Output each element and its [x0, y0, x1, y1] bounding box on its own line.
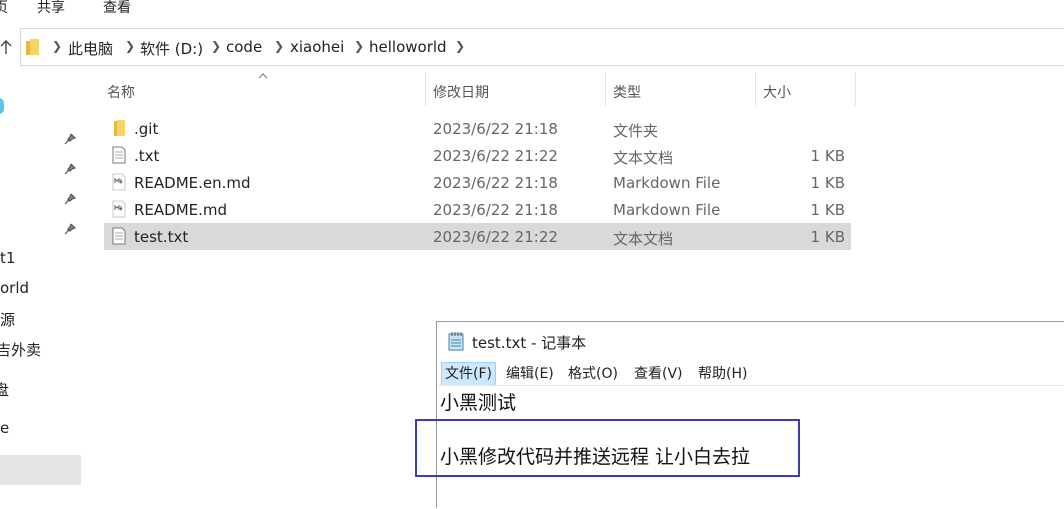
file-size: 1 KB: [810, 201, 845, 219]
ribbon-tab-page[interactable]: 页: [0, 0, 8, 17]
file-name: .txt: [134, 147, 160, 165]
file-type: Markdown File: [613, 174, 721, 192]
nav-item[interactable]: 吉外卖: [0, 339, 41, 360]
chevron-right-icon[interactable]: ❯: [274, 39, 284, 53]
markdown-file-icon: [112, 200, 126, 218]
file-date: 2023/6/22 21:22: [433, 228, 558, 246]
pin-icon[interactable]: [64, 193, 76, 205]
file-date: 2023/6/22 21:18: [433, 174, 558, 192]
column-divider[interactable]: [755, 72, 756, 106]
column-header-size[interactable]: 大小: [763, 82, 791, 102]
file-row[interactable]: .txt 2023/6/22 21:22 文本文档 1 KB: [104, 142, 851, 169]
breadcrumb-code[interactable]: code: [226, 38, 262, 56]
column-divider[interactable]: [425, 72, 426, 106]
column-header-date[interactable]: 修改日期: [433, 82, 489, 102]
annotation-highlight-box: [415, 419, 800, 477]
address-bar-row: ❯ 此电脑 ❯ 软件 (D:) ❯ code ❯ xiaohei ❯ hello…: [0, 28, 1064, 66]
folder-icon: [26, 39, 39, 55]
file-row-selected[interactable]: test.txt 2023/6/22 21:22 文本文档 1 KB: [104, 223, 851, 250]
pin-icon[interactable]: [64, 133, 76, 145]
column-divider[interactable]: [855, 72, 856, 106]
text-file-icon: [112, 146, 126, 164]
nav-item[interactable]: 源: [0, 309, 15, 330]
chevron-right-icon[interactable]: ❯: [52, 39, 62, 53]
file-size: 1 KB: [810, 147, 845, 165]
ribbon-tab-view[interactable]: 查看: [103, 0, 131, 17]
nav-item[interactable]: 盘: [0, 379, 9, 400]
breadcrumb-drive-d[interactable]: 软件 (D:): [140, 38, 203, 59]
address-bar[interactable]: ❯ 此电脑 ❯ 软件 (D:) ❯ code ❯ xiaohei ❯ hello…: [20, 28, 1064, 66]
navigation-pane: t1 orld 源 吉外卖 盘 e: [0, 66, 84, 508]
file-date: 2023/6/22 21:22: [433, 147, 558, 165]
menu-format[interactable]: 格式(O): [565, 363, 621, 385]
file-name: README.en.md: [134, 174, 251, 192]
file-size: 1 KB: [810, 228, 845, 246]
file-row[interactable]: README.en.md 2023/6/22 21:18 Markdown Fi…: [104, 169, 851, 196]
sort-ascending-icon: [258, 73, 268, 79]
pin-icon[interactable]: [64, 223, 76, 235]
file-name: README.md: [134, 201, 228, 219]
file-type: 文本文档: [613, 230, 674, 248]
quick-access-icon: [0, 98, 4, 114]
menu-edit[interactable]: 编辑(E): [503, 363, 557, 385]
file-row[interactable]: README.md 2023/6/22 21:18 Markdown File …: [104, 196, 851, 223]
column-divider[interactable]: [605, 72, 606, 106]
chevron-right-icon[interactable]: ❯: [125, 39, 135, 53]
column-header-name[interactable]: 名称: [107, 82, 135, 102]
file-type: 文件夹: [613, 122, 659, 140]
text-file-icon: [112, 227, 126, 245]
nav-item[interactable]: e: [0, 419, 9, 437]
column-header-type[interactable]: 类型: [613, 82, 641, 102]
menu-file[interactable]: 文件(F): [441, 362, 496, 386]
breadcrumb-this-pc[interactable]: 此电脑: [68, 38, 113, 59]
nav-item-selected[interactable]: [0, 455, 81, 485]
file-name: .git: [134, 120, 159, 138]
menu-help[interactable]: 帮助(H): [695, 363, 750, 385]
file-row[interactable]: .git 2023/6/22 21:18 文件夹: [104, 115, 851, 142]
folder-icon: [114, 120, 125, 136]
notepad-window: test.txt - 记事本 文件(F) 编辑(E) 格式(O) 查看(V) 帮…: [436, 321, 1064, 508]
up-arrow-icon[interactable]: [0, 39, 12, 55]
notepad-icon: [448, 332, 464, 351]
file-date: 2023/6/22 21:18: [433, 201, 558, 219]
text-line: 小黑测试: [440, 392, 517, 414]
ribbon-tab-share[interactable]: 共享: [37, 0, 65, 17]
markdown-file-icon: [112, 173, 126, 191]
chevron-right-icon[interactable]: ❯: [455, 39, 465, 53]
chevron-right-icon[interactable]: ❯: [354, 39, 364, 53]
file-type: 文本文档: [613, 149, 674, 167]
chevron-right-icon[interactable]: ❯: [211, 39, 221, 53]
pin-icon[interactable]: [64, 163, 76, 175]
nav-item[interactable]: orld: [0, 279, 29, 297]
file-size: 1 KB: [810, 174, 845, 192]
notepad-title: test.txt - 记事本: [472, 334, 587, 352]
breadcrumb-helloworld[interactable]: helloworld: [369, 38, 447, 56]
file-type: Markdown File: [613, 201, 721, 219]
breadcrumb-xiaohei[interactable]: xiaohei: [290, 38, 344, 56]
menu-view[interactable]: 查看(V): [631, 363, 686, 385]
file-date: 2023/6/22 21:18: [433, 120, 558, 138]
nav-item[interactable]: t1: [0, 249, 15, 267]
file-name: test.txt: [134, 228, 189, 246]
